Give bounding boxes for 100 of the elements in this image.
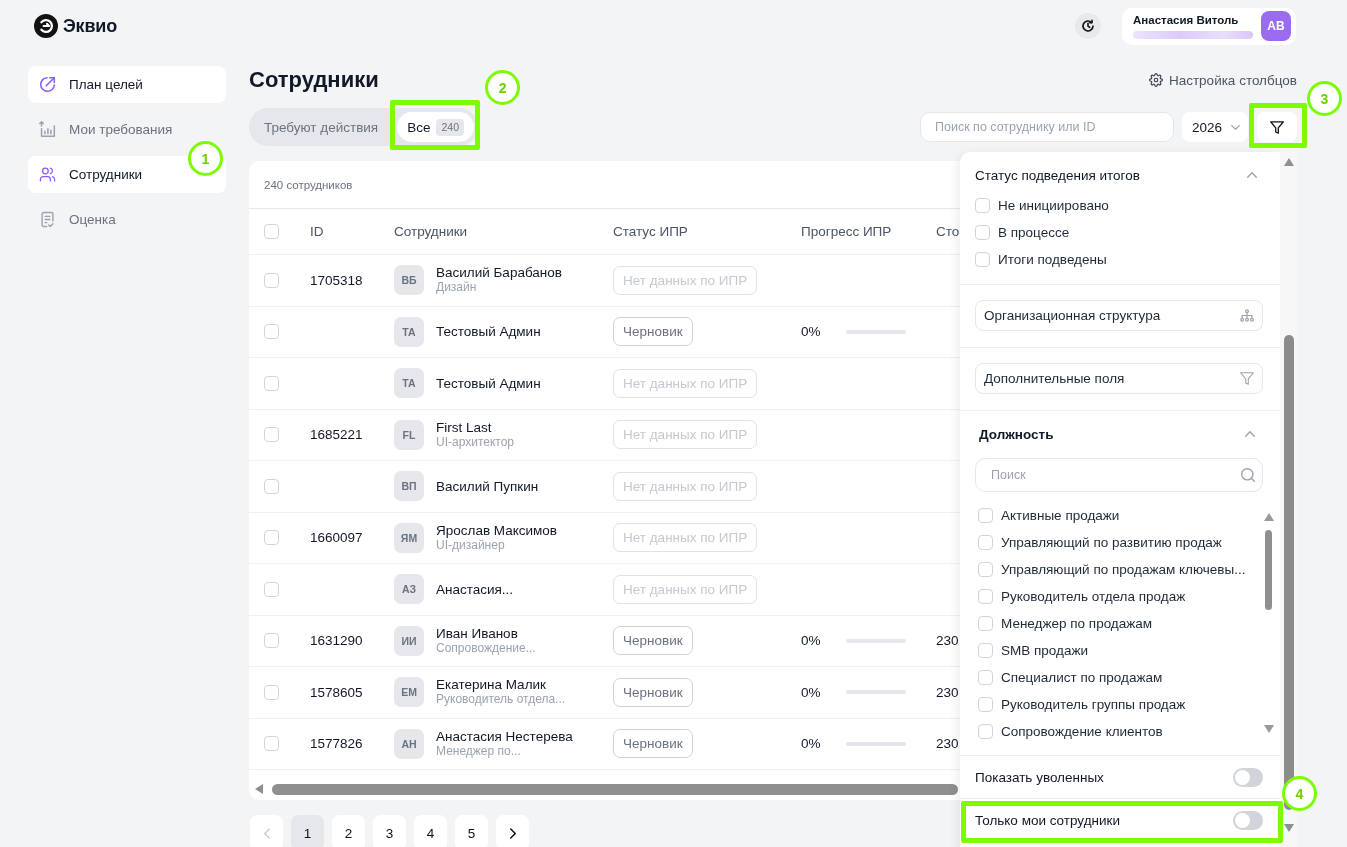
tab-count: 240 [436,118,464,136]
year-select[interactable]: 2026 [1182,112,1248,142]
row-checkbox[interactable] [264,324,279,340]
employee-name[interactable]: Ярослав Максимов [436,522,558,538]
sidebar-item[interactable]: Оценка [28,201,226,238]
column-header[interactable]: Статус ИПР [613,224,688,239]
chevron-up-icon[interactable] [1245,431,1255,437]
employee-name[interactable]: Иван Иванов [436,625,536,641]
column-header[interactable]: Сто [936,224,960,239]
chevron-down-icon [1231,124,1241,130]
row-checkbox[interactable] [264,272,279,288]
checkbox[interactable] [978,724,993,739]
toggle-switch[interactable] [1233,767,1263,787]
scroll-up-icon[interactable] [1263,513,1274,521]
row-checkbox[interactable] [264,633,279,649]
checkbox[interactable] [975,225,990,240]
logo-text: Эквио [63,15,117,37]
checkbox[interactable] [978,697,993,712]
employee-id: 1685221 [310,427,363,443]
column-settings-link[interactable]: Настройка столбцов [1148,72,1297,88]
row-checkbox[interactable] [264,736,279,752]
select-all-checkbox[interactable] [264,224,279,239]
vertical-scrollbar[interactable] [1280,152,1297,847]
checkbox[interactable] [978,508,993,523]
employee-avatar: АН [394,728,424,759]
progress-percent: 0% [801,324,822,340]
search-field[interactable]: Поиск по сотруднику или ID [920,112,1174,142]
scroll-down-icon[interactable] [1263,725,1274,733]
option-label: Специалист по продажам [1001,670,1163,685]
option-label: В процессе [998,225,1070,240]
row-checkbox[interactable] [264,478,279,494]
employee-position: UI-архитектор [436,434,515,450]
search-field[interactable]: Поиск [975,458,1263,492]
employee-name[interactable]: Анастасия Нестерева [436,728,573,744]
scrollbar-thumb[interactable] [272,783,958,795]
filter-button[interactable] [1257,112,1297,142]
table-cell: 230 [936,633,959,649]
settings-icon [1148,73,1163,87]
page-button[interactable]: 1 [291,815,324,847]
employee-name[interactable]: Василий Пупкин [436,478,539,494]
row-checkbox[interactable] [264,375,279,391]
page-button[interactable]: 4 [414,815,447,847]
scrollbar-thumb[interactable] [1265,530,1272,610]
status-tag: Черновик [613,677,693,707]
page-button[interactable]: 5 [455,815,488,847]
row-checkbox[interactable] [264,427,279,443]
scroll-up-icon[interactable] [1283,158,1294,166]
column-header[interactable]: ID [310,224,324,239]
sidebar-item[interactable]: План целей [28,66,226,103]
step-marker: 2 [485,70,521,105]
target-arrow-icon [39,76,56,93]
employee-name[interactable]: Василий Барабанов [436,265,562,281]
checkbox[interactable] [978,616,993,631]
checkbox[interactable] [978,535,993,550]
page-button[interactable]: 2 [332,815,365,847]
option-label: Руководитель группы продаж [1001,697,1186,712]
option-label: Управляющий по продажам ключевы... [1001,562,1246,577]
employee-position: Менеджер по... [436,743,521,759]
picker-field[interactable]: Организационная структура [975,300,1263,331]
chevron-up-icon[interactable] [1247,172,1257,178]
employee-position: Дизайн [436,280,478,296]
checkbox[interactable] [975,198,990,213]
page-button[interactable]: 3 [373,815,406,847]
user-card[interactable]: Анастасия Витоль АВ [1122,7,1296,45]
column-header[interactable]: Прогресс ИПР [801,224,892,239]
scrollbar-thumb[interactable] [1283,335,1294,810]
column-header[interactable]: Сотрудники [394,224,468,239]
status-tag: Черновик [613,626,693,656]
employee-name[interactable]: Тестовый Админ [436,324,541,340]
row-checkbox[interactable] [264,530,279,546]
row-checkbox[interactable] [264,684,279,700]
checkbox[interactable] [978,562,993,577]
tab[interactable]: Требуют действия [253,112,389,142]
employee-name[interactable]: Анастасия... [436,581,514,597]
user-name: Анастасия Витоль [1133,13,1240,27]
toggle-switch[interactable] [1233,810,1263,830]
employee-avatar: ВБ [394,265,424,296]
scroll-left-icon[interactable] [255,784,263,794]
checkbox[interactable] [975,252,990,267]
progress-percent: 0% [801,684,822,700]
next-page-button[interactable] [496,815,529,847]
employee-avatar: ИИ [394,625,424,656]
employee-avatar: ЯМ [394,522,424,553]
table-cell: 230 [936,684,959,700]
picker-field[interactable]: Дополнительные поля [975,363,1263,394]
checkbox[interactable] [978,670,993,685]
bar-chart-icon [39,121,56,138]
employee-avatar: АЗ [394,574,424,605]
employee-name[interactable]: Тестовый Админ [436,375,541,391]
employee-name[interactable]: First Last [436,419,515,435]
status-tag: Нет данных по ИПР [613,574,758,604]
progress-percent: 0% [801,736,822,752]
scroll-down-icon[interactable] [1283,824,1294,832]
checkbox[interactable] [978,643,993,658]
history-icon[interactable] [1075,13,1101,39]
employee-name[interactable]: Екатерина Малик [436,677,566,693]
checkbox[interactable] [978,589,993,604]
tab[interactable]: Все 240 [397,112,474,142]
row-checkbox[interactable] [264,581,279,597]
toggle-label: Только мои сотрудники [975,812,1120,828]
